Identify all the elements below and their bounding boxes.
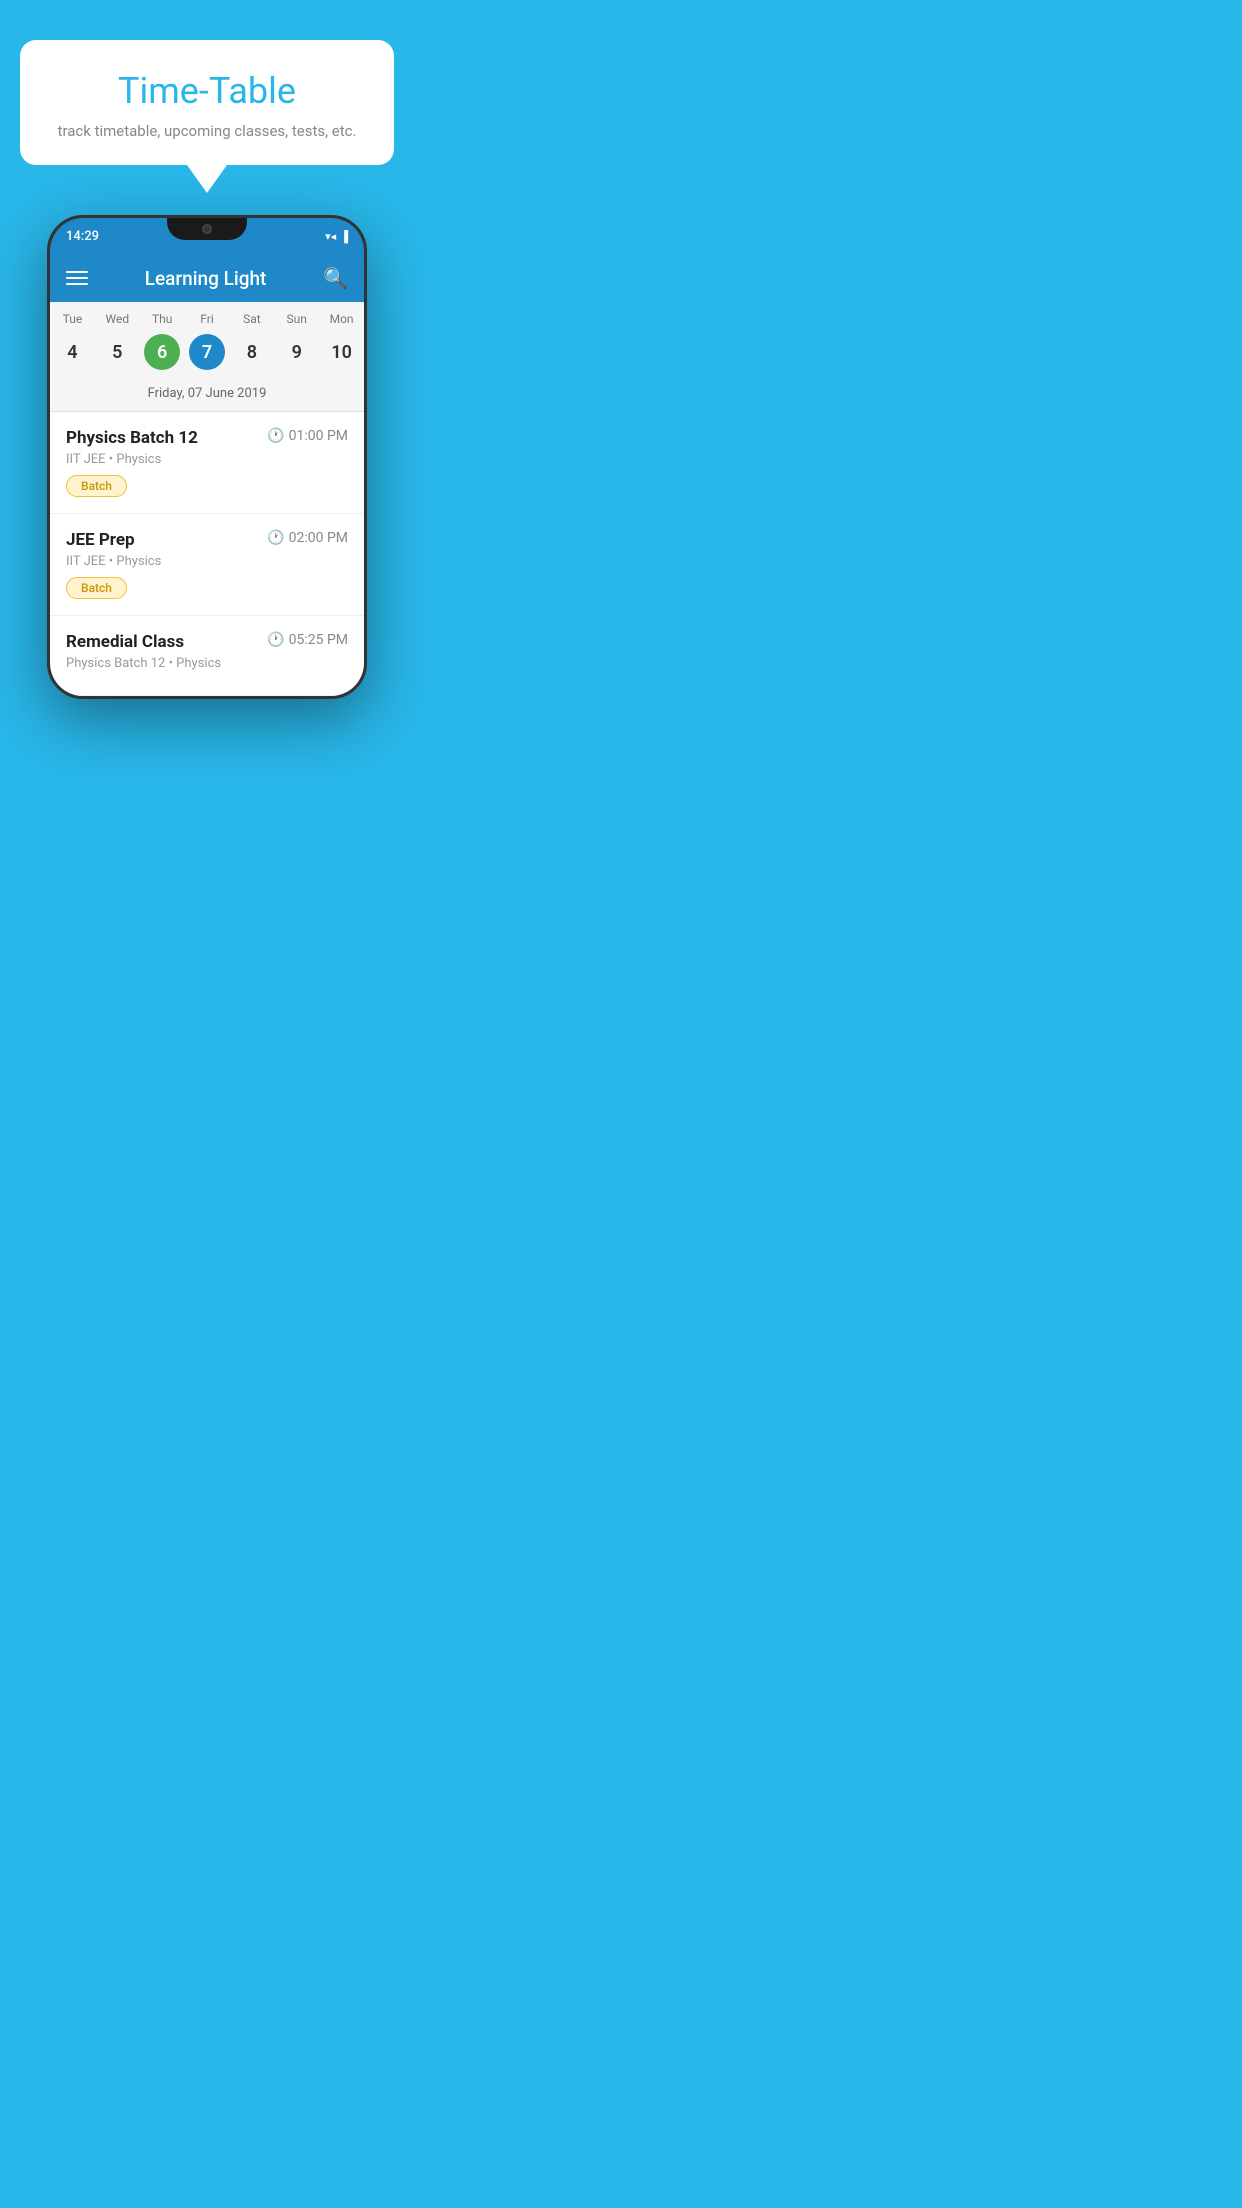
day-label: Sat [229, 312, 274, 326]
schedule-sub: IIT JEE • Physics [66, 554, 348, 569]
schedule-time: 🕐 02:00 PM [267, 530, 348, 546]
batch-badge: Batch [66, 475, 127, 497]
schedule-name: Remedial Class [66, 632, 184, 652]
schedule-sub: IIT JEE • Physics [66, 452, 348, 467]
schedule-item[interactable]: Remedial Class 🕐 05:25 PM Physics Batch … [50, 616, 364, 696]
schedule-name: JEE Prep [66, 530, 135, 550]
search-icon[interactable]: 🔍 [323, 266, 348, 290]
clock-icon: 🕐 [267, 530, 284, 546]
status-bar: 14:29 ▾◂ ▐ [50, 218, 364, 254]
date-cell[interactable]: 4 [50, 334, 95, 370]
clock-icon: 🕐 [267, 428, 284, 444]
day-label: Thu [140, 312, 185, 326]
days-header: TueWedThuFriSatSunMon [50, 302, 364, 330]
schedule-row: Physics Batch 12 🕐 01:00 PM [66, 428, 348, 448]
date-cell[interactable]: 5 [95, 334, 140, 370]
day-label: Wed [95, 312, 140, 326]
phone-frame: 14:29 ▾◂ ▐ Learning Light 🔍 TueWedThuFri… [47, 215, 367, 699]
clock-icon: 🕐 [267, 632, 284, 648]
schedule-row: Remedial Class 🕐 05:25 PM [66, 632, 348, 652]
bubble-subtitle: track timetable, upcoming classes, tests… [50, 122, 364, 140]
status-icons: ▾◂ ▐ [325, 230, 348, 243]
app-header: Learning Light 🔍 [50, 254, 364, 302]
schedule-row: JEE Prep 🕐 02:00 PM [66, 530, 348, 550]
schedule-name: Physics Batch 12 [66, 428, 198, 448]
app-title: Learning Light [145, 267, 267, 290]
date-cell[interactable]: 7 [185, 334, 230, 370]
date-cell[interactable]: 8 [229, 334, 274, 370]
day-label: Tue [50, 312, 95, 326]
signal-icon: ▐ [340, 230, 348, 243]
schedule-item[interactable]: JEE Prep 🕐 02:00 PM IIT JEE • Physics Ba… [50, 514, 364, 616]
bubble-title: Time-Table [50, 70, 364, 112]
dates-row: 45678910 [50, 330, 364, 380]
batch-badge: Batch [66, 577, 127, 599]
day-label: Sun [274, 312, 319, 326]
schedule-list: Physics Batch 12 🕐 01:00 PM IIT JEE • Ph… [50, 412, 364, 696]
notch [167, 218, 247, 240]
date-cell[interactable]: 6 [140, 334, 185, 370]
date-cell[interactable]: 10 [319, 334, 364, 370]
schedule-time: 🕐 01:00 PM [267, 428, 348, 444]
notch-camera [202, 224, 212, 234]
selected-date-label: Friday, 07 June 2019 [50, 380, 364, 412]
wifi-icon: ▾◂ [325, 230, 336, 243]
speech-bubble: Time-Table track timetable, upcoming cla… [20, 40, 394, 165]
schedule-time: 🕐 05:25 PM [267, 632, 348, 648]
day-label: Mon [319, 312, 364, 326]
status-time: 14:29 [66, 229, 99, 244]
calendar-section: TueWedThuFriSatSunMon 45678910 Friday, 0… [50, 302, 364, 412]
hamburger-icon[interactable] [66, 271, 88, 285]
date-cell[interactable]: 9 [274, 334, 319, 370]
schedule-sub: Physics Batch 12 • Physics [66, 656, 348, 671]
day-label: Fri [185, 312, 230, 326]
schedule-item[interactable]: Physics Batch 12 🕐 01:00 PM IIT JEE • Ph… [50, 412, 364, 514]
